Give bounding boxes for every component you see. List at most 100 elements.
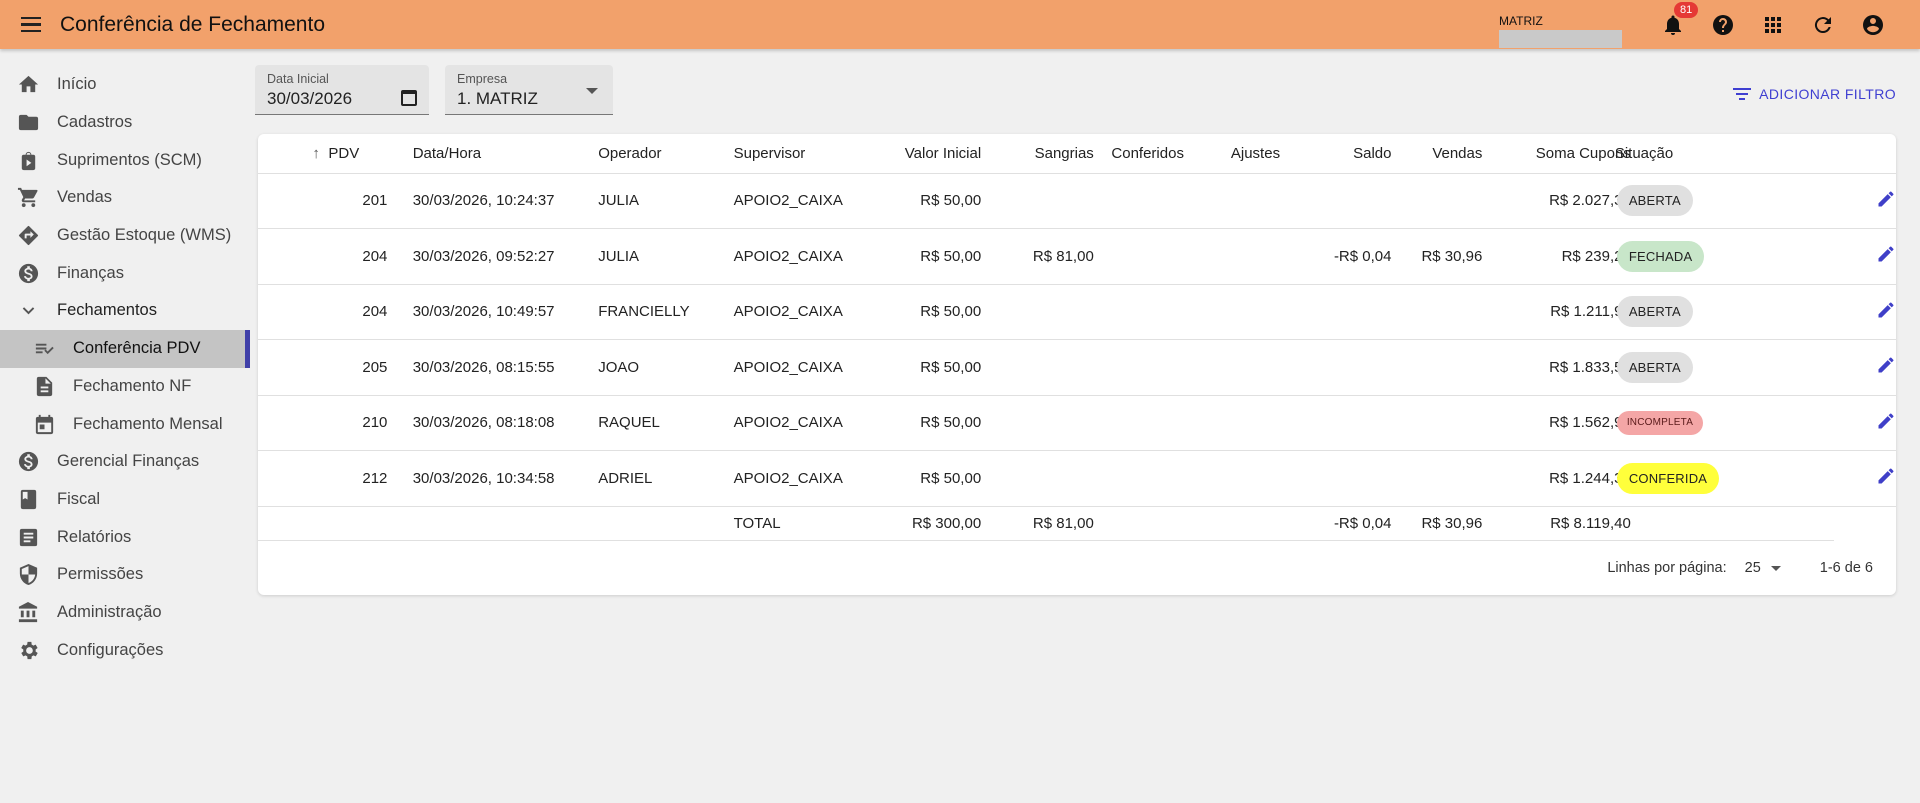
column-header-ajustes[interactable]: Ajustes <box>1183 134 1281 174</box>
column-header-sangrias[interactable]: Sangrias <box>981 134 1094 174</box>
table-row[interactable]: 212 30/03/2026, 10:34:58 ADRIEL APOIO2_CAIX… <box>258 450 1896 507</box>
sidebar-item-gerencial-financas[interactable]: Gerencial Finanças <box>0 443 250 481</box>
account-button[interactable] <box>1848 0 1898 49</box>
edit-pencil-icon[interactable] <box>1876 191 1896 213</box>
cell-datahora: 30/03/2026, 10:24:37 <box>412 173 599 229</box>
company-filter-value[interactable]: 1. MATRIZ <box>457 89 538 109</box>
sidebar-item-administracao[interactable]: Administração <box>0 594 250 632</box>
cell-soma-cupons: R$ 239,29 <box>1482 228 1631 285</box>
cell-saldo <box>1280 284 1392 340</box>
column-header-supervisor[interactable]: Supervisor <box>733 134 847 174</box>
sidebar-item-label: Relatórios <box>57 527 132 546</box>
sidebar-item-cadastros[interactable]: Cadastros <box>0 104 250 142</box>
notifications-button[interactable]: 81 <box>1648 0 1699 49</box>
company-selector[interactable]: MATRIZ <box>1499 5 1624 48</box>
edit-pencil-icon[interactable] <box>1876 246 1896 268</box>
sidebar-item-inicio[interactable]: Início <box>0 66 250 104</box>
cell-datahora: 30/03/2026, 10:34:58 <box>412 450 599 507</box>
calendar-icon[interactable] <box>401 90 417 106</box>
cell-actions <box>1834 339 1896 396</box>
cell-situacao: INCOMPLETA <box>1616 395 1834 451</box>
menu-icon[interactable] <box>16 10 46 40</box>
pagination-range: 1-6 de 6 <box>1819 560 1873 576</box>
sidebar-item-conferencia-pdv[interactable]: Conferência PDV <box>0 329 250 368</box>
edit-pencil-icon[interactable] <box>1876 357 1896 379</box>
cell-valor-inicial: R$ 50,00 <box>846 450 982 507</box>
row-spacer <box>258 228 313 285</box>
date-filter-value[interactable]: 30/03/2026 <box>267 89 352 109</box>
chevron-down-icon[interactable] <box>586 88 598 94</box>
help-button[interactable] <box>1698 0 1748 49</box>
company-filter-select[interactable]: Empresa 1. MATRIZ <box>445 65 613 115</box>
sidebar-item-label: Fechamentos <box>57 301 157 320</box>
sidebar-item-fiscal[interactable]: Fiscal <box>0 481 250 519</box>
sidebar-item-label: Administração <box>57 602 162 621</box>
arrow-up-icon[interactable]: ↑ <box>312 145 324 162</box>
rows-per-page-value: 25 <box>1744 560 1761 576</box>
refresh-button[interactable] <box>1798 0 1848 49</box>
cell-saldo <box>1280 450 1392 507</box>
sidebar-item-label: Vendas <box>57 188 113 207</box>
sidebar-item-fechamento-nf[interactable]: Fechamento NF <box>0 368 250 406</box>
column-header-vendas[interactable]: Vendas <box>1391 134 1483 174</box>
cell-vendas: R$ 30,96 <box>1391 228 1483 285</box>
sidebar-item-label: Gerencial Finanças <box>57 452 200 471</box>
sidebar-item-label: Fiscal <box>57 489 101 508</box>
table-row[interactable]: 210 30/03/2026, 08:18:08 RAQUEL APOIO2_CAIX… <box>258 395 1896 451</box>
sidebar-item-permissoes[interactable]: Permissões <box>0 556 250 594</box>
sidebar-item-label: Permissões <box>57 565 144 584</box>
date-filter-field[interactable]: Data Inicial 30/03/2026 <box>255 65 429 115</box>
cell-pdv: 204 <box>312 284 413 340</box>
edit-pencil-icon[interactable] <box>1876 302 1896 324</box>
table-header-spacer <box>258 134 313 174</box>
table-row[interactable]: 201 30/03/2026, 10:24:37 JULIA APOIO2_CAIXA… <box>258 173 1896 229</box>
column-header-saldo[interactable]: Saldo <box>1280 134 1392 174</box>
sidebar-item-gestao-estoque[interactable]: Gestão Estoque (WMS) <box>0 217 250 255</box>
cell-conferidos <box>1093 450 1184 507</box>
company-filter-label: Empresa <box>457 72 508 86</box>
refresh-icon <box>1814 16 1831 33</box>
table-row[interactable]: 205 30/03/2026, 08:15:55 JOAO APOIO2_CAIXA R… <box>258 339 1896 396</box>
cell-valor-inicial: R$ 50,00 <box>846 339 982 396</box>
sidebar-item-configuracoes[interactable]: Configurações <box>0 631 250 669</box>
apps-grid-icon <box>1765 16 1781 33</box>
apps-button[interactable] <box>1748 0 1798 49</box>
sidebar-item-fechamentos[interactable]: Fechamentos <box>0 292 250 330</box>
column-header-valor-inicial[interactable]: Valor Inicial <box>846 134 982 174</box>
cell-operador: RAQUEL <box>598 395 734 451</box>
sidebar-item-vendas[interactable]: Vendas <box>0 179 250 217</box>
total-pdv <box>312 506 413 541</box>
sidebar-item-suprimentos[interactable]: Suprimentos (SCM) <box>0 141 250 179</box>
table-row[interactable]: 204 30/03/2026, 09:52:27 JULIA APOIO2_CAIXA… <box>258 228 1896 285</box>
cell-operador: FRANCIELLY <box>598 284 734 340</box>
cell-conferidos <box>1093 173 1184 229</box>
add-filter-button[interactable]: ADICIONAR FILTRO <box>1733 86 1896 102</box>
cell-actions <box>1834 228 1896 285</box>
cell-valor-inicial: R$ 50,00 <box>846 173 982 229</box>
cell-operador: ADRIEL <box>598 450 734 507</box>
sidebar-item-label: Fechamento Mensal <box>73 414 223 433</box>
row-spacer <box>258 173 313 229</box>
column-header-datahora[interactable]: Data/Hora <box>412 134 599 174</box>
column-header-conferidos[interactable]: Conferidos <box>1093 134 1184 174</box>
column-header-soma-cupons[interactable]: Soma Cupons <box>1482 134 1631 174</box>
sidebar-item-financas[interactable]: Finanças <box>0 254 250 292</box>
column-header-operador[interactable]: Operador <box>598 134 734 174</box>
cell-vendas <box>1391 339 1483 396</box>
edit-pencil-icon[interactable] <box>1876 468 1896 490</box>
column-header-pdv[interactable]: ↑ PDV <box>312 134 413 174</box>
home-icon <box>16 73 40 97</box>
table-row[interactable]: 204 30/03/2026, 10:49:57 FRANCIELLY APOIO2_… <box>258 284 1896 340</box>
cell-vendas <box>1391 450 1483 507</box>
rows-per-page-select[interactable]: 25 <box>1745 560 1781 576</box>
edit-pencil-icon[interactable] <box>1876 413 1896 435</box>
cell-supervisor: APOIO2_CAIXA <box>733 173 847 229</box>
column-header-situacao[interactable]: Situação <box>1615 134 1834 174</box>
sidebar-item-fechamento-mensal[interactable]: Fechamento Mensal <box>0 405 250 443</box>
cell-ajustes <box>1183 395 1281 451</box>
sidebar-item-relatorios[interactable]: Relatórios <box>0 518 250 556</box>
chevron-down-icon <box>1770 565 1781 571</box>
cell-datahora: 30/03/2026, 08:18:08 <box>412 395 599 451</box>
cell-conferidos <box>1093 339 1184 396</box>
cell-soma-cupons: R$ 2.027,37 <box>1482 173 1631 229</box>
